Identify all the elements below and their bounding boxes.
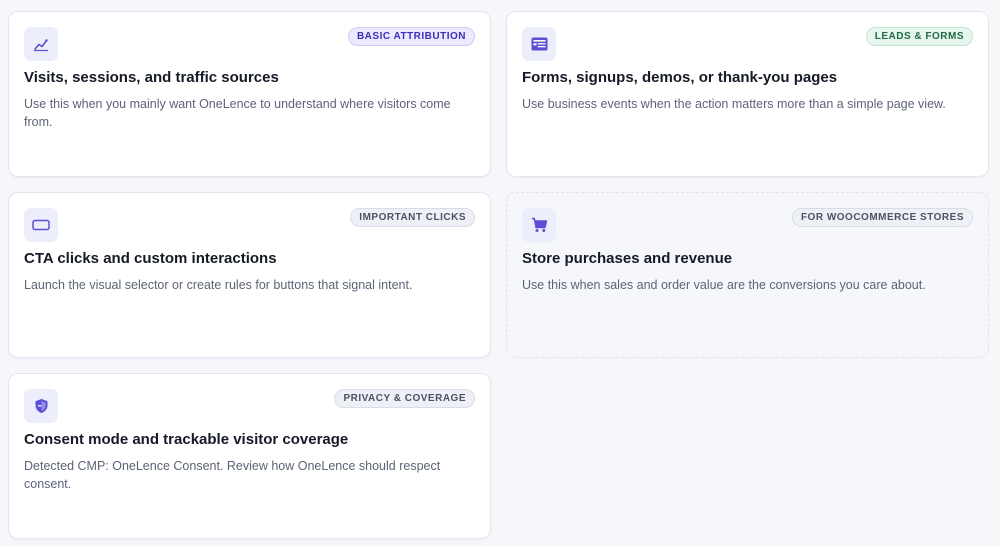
card-title: CTA clicks and custom interactions [24,250,277,267]
card-description: Detected CMP: OneLence Consent. Review h… [24,459,441,491]
badge-important-clicks: IMPORTANT CLICKS [350,208,475,227]
card-title: Store purchases and revenue [522,250,733,267]
goal-card-traffic[interactable]: BASIC ATTRIBUTION Visits, sessions, and … [8,11,491,177]
goal-card-clicks[interactable]: IMPORTANT CLICKS CTA clicks and custom i… [8,192,491,358]
shield-icon [24,389,58,423]
card-description: Use this when sales and order value are … [522,278,926,292]
goal-card-consent[interactable]: PRIVACY & COVERAGE Consent mode and trac… [8,373,491,539]
card-description: Launch the visual selector or create rul… [24,278,413,292]
goal-card-store[interactable]: FOR WOOCOMMERCE STORES Store purchases a… [506,192,989,358]
card-description: Use business events when the action matt… [522,97,946,111]
badge-woocommerce: FOR WOOCOMMERCE STORES [791,208,973,227]
goal-options-grid: BASIC ATTRIBUTION Visits, sessions, and … [0,0,1000,546]
card-title: Visits, sessions, and traffic sources [24,69,279,86]
cart-icon [522,208,556,242]
badge-basic-attribution: BASIC ATTRIBUTION [347,27,475,46]
card-title: Forms, signups, demos, or thank-you page… [522,69,838,86]
goal-card-forms[interactable]: LEADS & FORMS Forms, signups, demos, or … [506,11,989,177]
card-description: Use this when you mainly want OneLence t… [24,97,451,129]
badge-privacy-coverage: PRIVACY & COVERAGE [334,389,475,408]
form-icon [522,27,556,61]
button-icon [24,208,58,242]
badge-leads-forms: LEADS & FORMS [865,27,973,46]
chart-line-icon [24,27,58,61]
card-title: Consent mode and trackable visitor cover… [24,431,349,448]
